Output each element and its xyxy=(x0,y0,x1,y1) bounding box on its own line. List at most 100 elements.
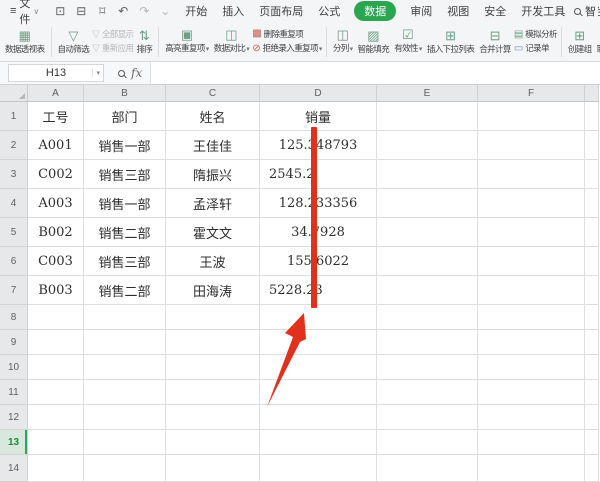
cell-B2[interactable]: 销售一部 xyxy=(84,131,166,160)
tab-开始[interactable]: 开始 xyxy=(184,1,208,21)
cell-C4[interactable]: 孟泽轩 xyxy=(166,189,260,218)
cell-B11[interactable] xyxy=(84,380,166,405)
insert-function-icon[interactable]: fx xyxy=(131,66,142,80)
cell-F5[interactable] xyxy=(478,218,585,247)
ribbon-button-有效性[interactable]: ☑有效性▾ xyxy=(392,23,424,61)
tab-视图[interactable]: 视图 xyxy=(446,1,470,21)
save-icon[interactable]: ⊡ xyxy=(53,4,67,18)
column-header-B[interactable]: B xyxy=(84,85,166,102)
ribbon-button-记录单[interactable]: ▭记录单 xyxy=(514,43,557,54)
ribbon-button-排序[interactable]: ⇅排序 xyxy=(134,23,154,61)
cell-C3[interactable]: 隋振兴 xyxy=(166,160,260,189)
cell-F2[interactable] xyxy=(478,131,585,160)
row-header-6[interactable]: 6 xyxy=(0,247,28,276)
cell-D8[interactable] xyxy=(260,305,377,330)
cell-F14[interactable] xyxy=(478,455,585,482)
tab-插入[interactable]: 插入 xyxy=(221,1,245,21)
cell-F12[interactable] xyxy=(478,405,585,430)
cell-F13[interactable] xyxy=(478,430,585,455)
cell-A14[interactable] xyxy=(28,455,84,482)
column-header-F[interactable]: F xyxy=(478,85,585,102)
print-icon[interactable]: ⊟ xyxy=(74,4,88,18)
cell-C10[interactable] xyxy=(166,355,260,380)
cell-G5[interactable] xyxy=(585,218,599,247)
cell-C2[interactable]: 王佳佳 xyxy=(166,131,260,160)
cell-E6[interactable] xyxy=(377,247,478,276)
cell-E1[interactable] xyxy=(377,102,478,131)
ribbon-button-模拟分析[interactable]: ▤模拟分析 xyxy=(514,29,557,40)
row-header-4[interactable]: 4 xyxy=(0,189,28,218)
cell-C8[interactable] xyxy=(166,305,260,330)
row-header-3[interactable]: 3 xyxy=(0,160,28,189)
cell-B3[interactable]: 销售三部 xyxy=(84,160,166,189)
row-header-9[interactable]: 9 xyxy=(0,330,28,355)
ribbon-button-智能填充[interactable]: ▨智能填充 xyxy=(356,23,392,61)
ribbon-button-分列[interactable]: ◫分列▾ xyxy=(331,23,355,61)
cell-G7[interactable] xyxy=(585,276,599,305)
cell-F1[interactable] xyxy=(478,102,585,131)
column-header-E[interactable]: E xyxy=(377,85,478,102)
ribbon-button-插入下拉列表[interactable]: ⊞插入下拉列表 xyxy=(425,23,476,61)
column-header-C[interactable]: C xyxy=(166,85,260,102)
cell-B8[interactable] xyxy=(84,305,166,330)
cell-C14[interactable] xyxy=(166,455,260,482)
cell-B4[interactable]: 销售一部 xyxy=(84,189,166,218)
cell-F10[interactable] xyxy=(478,355,585,380)
cell-G13[interactable] xyxy=(585,430,599,455)
cell-A2[interactable]: A001 xyxy=(28,131,84,160)
cell-A10[interactable] xyxy=(28,355,84,380)
cell-E10[interactable] xyxy=(377,355,478,380)
cell-A1[interactable]: 工号 xyxy=(28,102,84,131)
cell-F7[interactable] xyxy=(478,276,585,305)
zoom-icon[interactable] xyxy=(118,70,125,77)
cell-E14[interactable] xyxy=(377,455,478,482)
tab-审阅[interactable]: 审阅 xyxy=(409,1,433,21)
cell-B10[interactable] xyxy=(84,355,166,380)
cell-D7[interactable]: 5228.23 xyxy=(260,276,377,305)
print-preview-icon[interactable]: ⌑ xyxy=(95,4,109,18)
row-header-8[interactable]: 8 xyxy=(0,305,28,330)
cell-G4[interactable] xyxy=(585,189,599,218)
cell-A7[interactable]: B003 xyxy=(28,276,84,305)
cell-G9[interactable] xyxy=(585,330,599,355)
row-header-10[interactable]: 10 xyxy=(0,355,28,380)
row-header-12[interactable]: 12 xyxy=(0,405,28,430)
ribbon-button-取消组合[interactable]: ⊟取消组合 xyxy=(595,23,600,61)
column-header-partial[interactable] xyxy=(585,85,599,102)
cell-D4[interactable]: 128.233356 xyxy=(260,189,377,218)
cell-D3[interactable]: 2545.2 xyxy=(260,160,377,189)
cell-E2[interactable] xyxy=(377,131,478,160)
cell-D13[interactable] xyxy=(260,430,377,455)
row-header-1[interactable]: 1 xyxy=(0,102,28,131)
cell-D11[interactable] xyxy=(260,380,377,405)
cell-B14[interactable] xyxy=(84,455,166,482)
cell-E5[interactable] xyxy=(377,218,478,247)
cell-G3[interactable] xyxy=(585,160,599,189)
ribbon-button-数据对比[interactable]: ◫数据对比▾ xyxy=(212,23,252,61)
cell-A9[interactable] xyxy=(28,330,84,355)
cell-E3[interactable] xyxy=(377,160,478,189)
ribbon-button-删除重复项[interactable]: ▩删除重复项 xyxy=(252,29,322,40)
cell-F4[interactable] xyxy=(478,189,585,218)
cell-D14[interactable] xyxy=(260,455,377,482)
cell-D1[interactable]: 销量 xyxy=(260,102,377,131)
cell-A5[interactable]: B002 xyxy=(28,218,84,247)
cell-D10[interactable] xyxy=(260,355,377,380)
cell-G11[interactable] xyxy=(585,380,599,405)
cell-D6[interactable]: 155.6022 xyxy=(260,247,377,276)
more-commands-icon[interactable]: ⌄ xyxy=(158,4,172,18)
cell-G14[interactable] xyxy=(585,455,599,482)
cell-A8[interactable] xyxy=(28,305,84,330)
cell-E11[interactable] xyxy=(377,380,478,405)
ribbon-button-自动筛选[interactable]: ▽自动筛选 xyxy=(56,23,92,61)
tab-数据[interactable]: 数据 xyxy=(354,1,396,21)
cell-G2[interactable] xyxy=(585,131,599,160)
ribbon-button-数据透视表[interactable]: ▦数据透视表 xyxy=(3,23,47,61)
cell-A4[interactable]: A003 xyxy=(28,189,84,218)
cell-E8[interactable] xyxy=(377,305,478,330)
name-box-dropdown-icon[interactable]: ▾ xyxy=(92,69,100,77)
cell-D5[interactable]: 34.7928 xyxy=(260,218,377,247)
smart-search[interactable]: 智 xyxy=(568,0,598,22)
row-header-7[interactable]: 7 xyxy=(0,276,28,305)
cell-G8[interactable] xyxy=(585,305,599,330)
